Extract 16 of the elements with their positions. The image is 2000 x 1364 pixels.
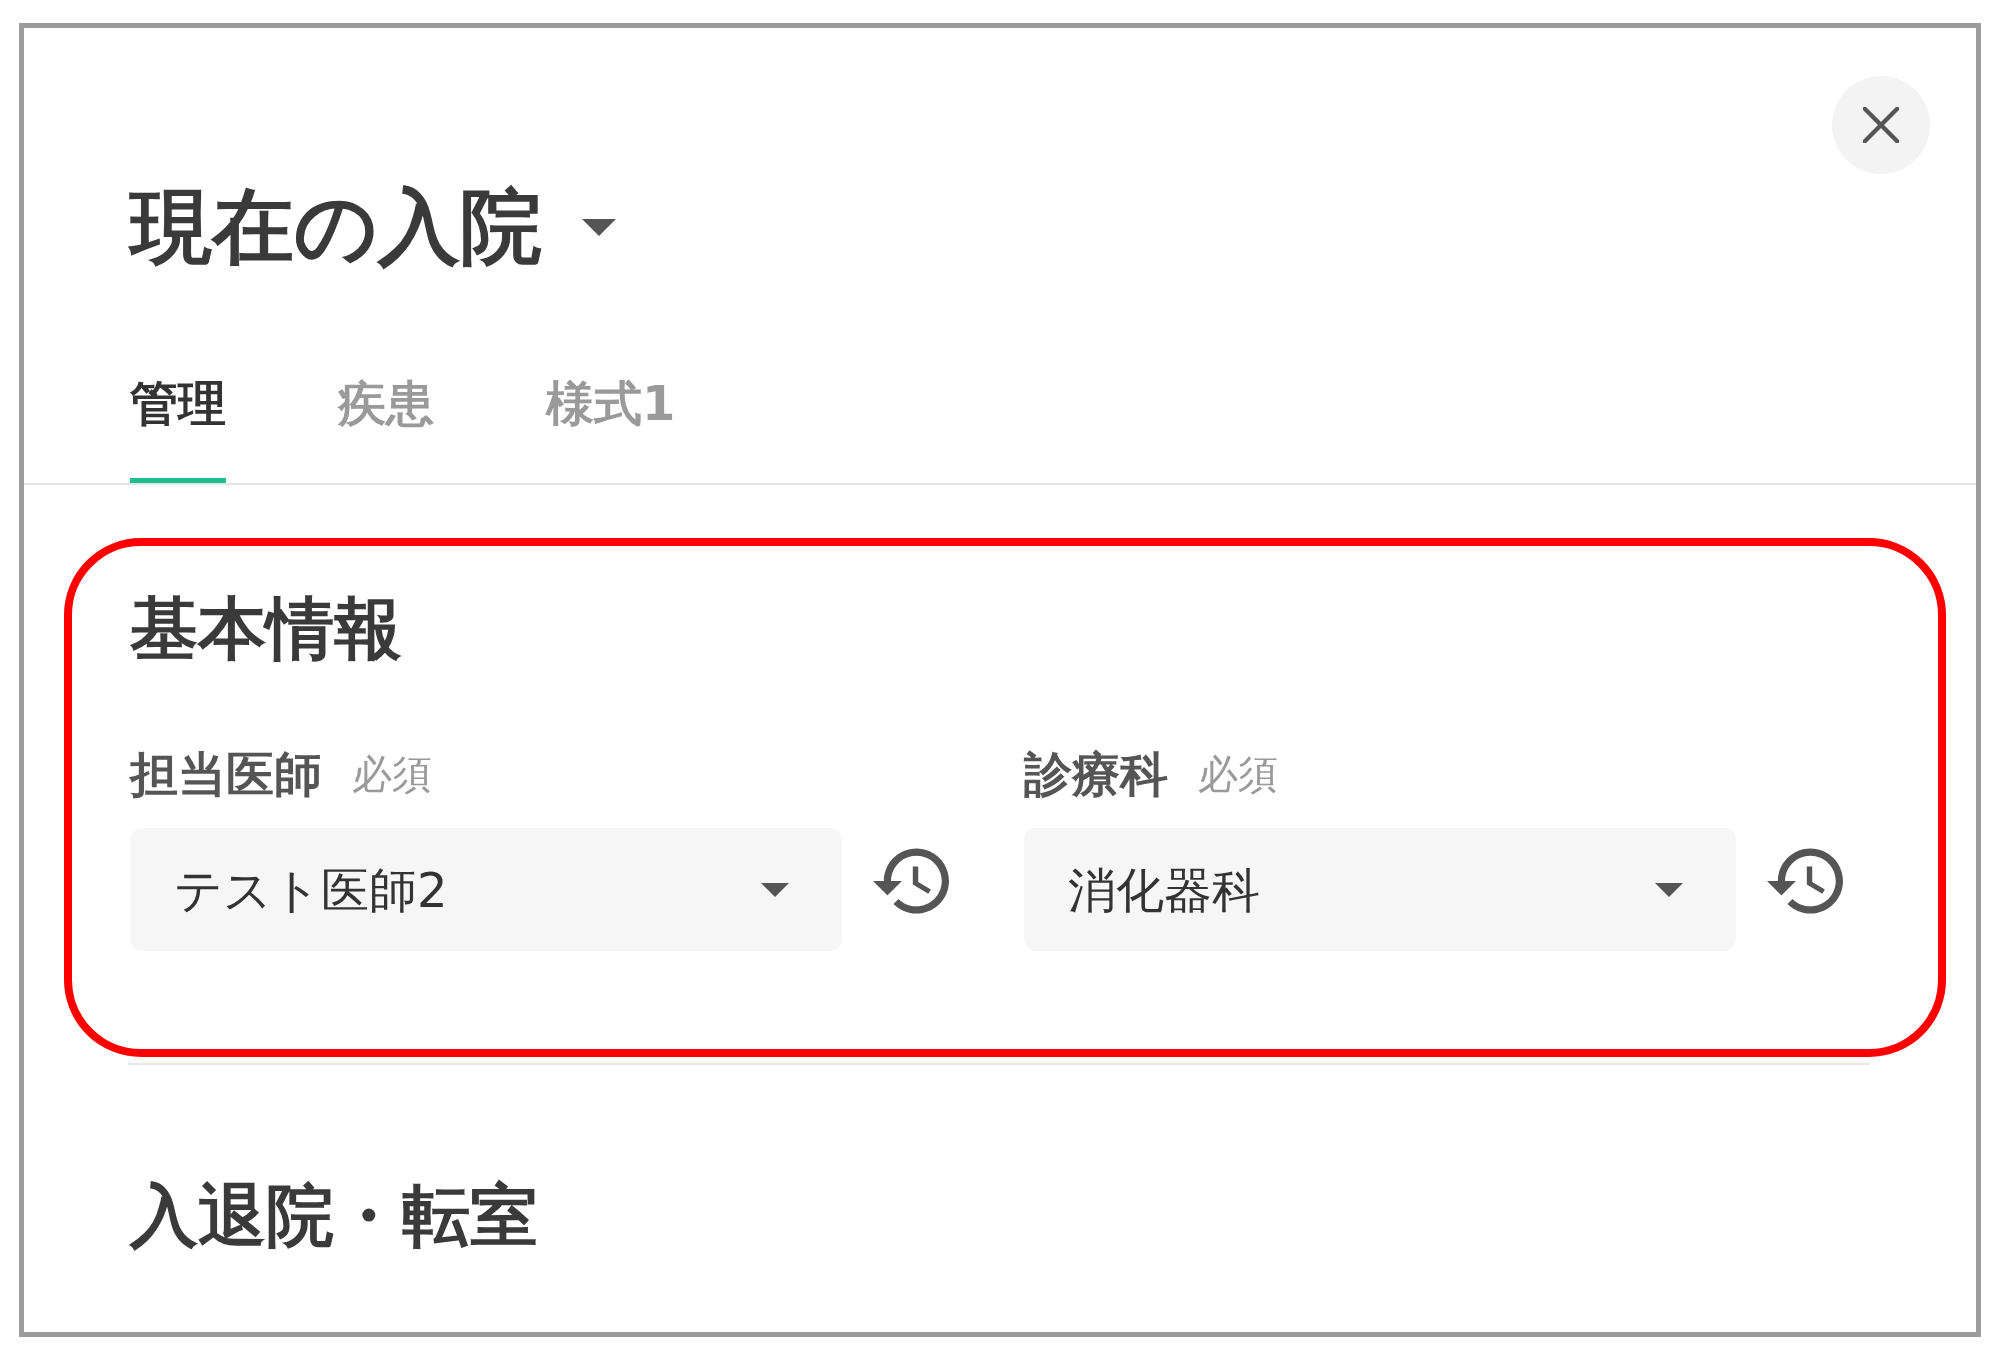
caret-icon bbox=[1655, 882, 1683, 897]
select-field[interactable]: テスト医師2 bbox=[130, 828, 842, 951]
field-label: 診療科 bbox=[1024, 745, 1168, 803]
caret-icon bbox=[582, 218, 616, 236]
required-label: 必須 bbox=[352, 750, 432, 798]
caret-icon bbox=[761, 882, 789, 897]
section-heading: 基本情報 bbox=[130, 588, 402, 670]
section-heading: 入退院・転室 bbox=[130, 1175, 538, 1257]
close-icon bbox=[1863, 107, 1899, 143]
tab[interactable]: 管理 bbox=[130, 374, 226, 483]
field-label: 担当医師 bbox=[130, 745, 322, 803]
history-icon[interactable] bbox=[873, 847, 949, 914]
history-icon[interactable] bbox=[1767, 847, 1843, 914]
title-dropdown[interactable]: 現在の入院 bbox=[130, 179, 616, 275]
required-label: 必須 bbox=[1198, 750, 1278, 798]
select-field[interactable]: 消化器科 bbox=[1024, 828, 1736, 951]
